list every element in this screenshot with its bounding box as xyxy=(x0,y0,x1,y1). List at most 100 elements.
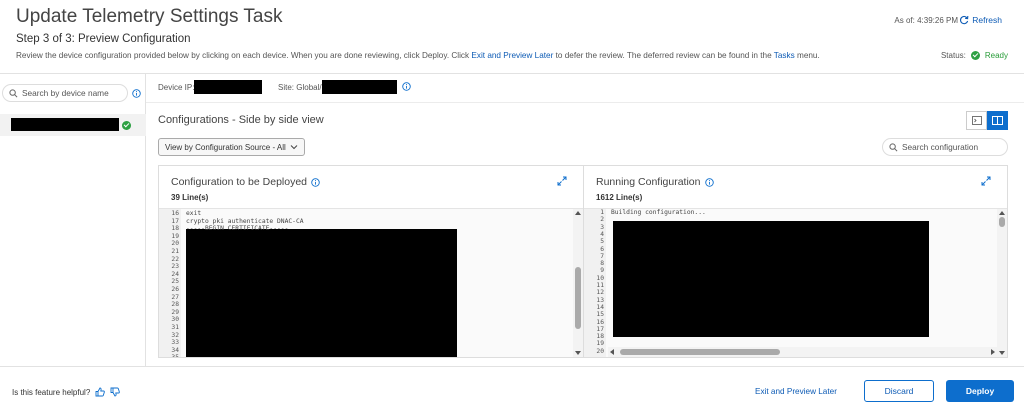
site-label: Site: xyxy=(278,83,295,92)
instructions-text: Review the device configuration provided… xyxy=(16,51,820,60)
scroll-up-arrow-icon[interactable] xyxy=(999,211,1005,215)
config-to-deploy-title-group: Configuration to be Deployed xyxy=(171,176,320,188)
device-search-input[interactable] xyxy=(22,88,122,98)
device-ready-check-icon xyxy=(122,121,131,130)
line-number: 25 xyxy=(171,278,179,286)
configuration-search-box[interactable] xyxy=(882,138,1008,156)
line-number: 32 xyxy=(171,331,179,339)
view-by-source-dropdown[interactable]: View by Configuration Source - All xyxy=(158,138,305,156)
scroll-right-arrow-icon[interactable] xyxy=(991,349,995,355)
line-number: 11 xyxy=(596,282,604,289)
vertical-scrollbar[interactable] xyxy=(573,209,583,357)
line-number: 18 xyxy=(596,333,604,341)
line-number: 2 xyxy=(600,216,604,224)
expand-icon[interactable] xyxy=(557,176,567,186)
line-number: 35 xyxy=(159,354,179,357)
config-to-deploy-title: Configuration to be Deployed xyxy=(171,176,308,188)
search-icon xyxy=(889,142,898,151)
deploy-code-viewer[interactable]: 1617181920212223242526272829303132333435… xyxy=(159,208,583,357)
line-number: 20 xyxy=(171,240,179,248)
info-divider xyxy=(146,102,1024,103)
page-footer: Is this feature helpful? Exit and Previe… xyxy=(0,366,1024,413)
line-number: 20 xyxy=(596,347,604,355)
device-sidebar xyxy=(0,74,146,366)
deploy-button[interactable]: Deploy xyxy=(946,380,1014,402)
single-view-button[interactable] xyxy=(966,111,987,130)
site-label-group: Site: Global/ xyxy=(278,83,322,92)
horizontal-scrollbar[interactable] xyxy=(608,347,997,357)
redacted-certificate-block xyxy=(186,229,457,357)
scroll-thumb[interactable] xyxy=(999,217,1005,227)
status-label: Status: xyxy=(940,51,966,60)
scroll-down-arrow-icon[interactable] xyxy=(575,351,581,355)
line-number: 29 xyxy=(171,308,179,316)
device-ip-label: Device IP: xyxy=(158,83,195,92)
site-info-icon[interactable] xyxy=(402,82,411,91)
step-indicator: Step 3 of 3: Preview Configuration xyxy=(16,33,191,45)
line-number: 15 xyxy=(596,311,604,319)
device-search-box[interactable] xyxy=(2,84,128,102)
line-number: 22 xyxy=(171,255,179,263)
line-number: 19 xyxy=(596,340,604,348)
info-icon[interactable] xyxy=(132,89,141,98)
last-updated-time: As of: 4:39:26 PM xyxy=(894,16,958,25)
side-by-side-view-button[interactable] xyxy=(987,111,1008,130)
vertical-scrollbar[interactable] xyxy=(997,209,1007,357)
thumbs-down-icon[interactable] xyxy=(110,387,121,397)
line-number: 28 xyxy=(171,301,179,309)
line-number: 13 xyxy=(596,296,604,304)
tasks-link[interactable]: Tasks xyxy=(774,51,795,60)
line-number: 12 xyxy=(596,289,604,297)
view-mode-toggle xyxy=(966,111,1008,130)
line-number: 16 xyxy=(171,210,179,217)
view-by-label: View by Configuration Source - All xyxy=(165,142,286,152)
line-number: 34 xyxy=(171,346,179,354)
main-panel: Device IP: Site: Global/ Configurations … xyxy=(146,74,1024,366)
refresh-button[interactable]: Refresh xyxy=(959,15,1002,25)
refresh-label: Refresh xyxy=(972,15,1002,25)
info-icon[interactable] xyxy=(704,177,714,187)
line-number: 8 xyxy=(600,260,604,268)
configuration-search-input[interactable] xyxy=(902,142,1002,152)
scroll-left-arrow-icon[interactable] xyxy=(610,349,614,355)
redacted-running-config-block xyxy=(613,221,929,337)
redacted-site xyxy=(322,80,397,94)
line-number: 19 xyxy=(171,232,179,240)
line-number: 24 xyxy=(171,270,179,278)
exit-preview-later-link[interactable]: Exit and Preview Later xyxy=(471,51,553,60)
line-number: 17 xyxy=(171,217,179,225)
line-number: 3 xyxy=(600,223,604,231)
discard-button[interactable]: Discard xyxy=(864,380,934,402)
status-value: Ready xyxy=(984,51,1008,60)
scroll-thumb[interactable] xyxy=(575,267,581,329)
line-number: 26 xyxy=(171,286,179,293)
feedback-prompt: Is this feature helpful? xyxy=(12,387,121,397)
expand-icon[interactable] xyxy=(981,176,991,186)
line-number: 27 xyxy=(171,293,179,301)
line-number: 17 xyxy=(596,325,604,333)
horizontal-scroll-thumb[interactable] xyxy=(620,349,780,355)
info-icon[interactable] xyxy=(311,177,320,187)
code-line: Building configuration... xyxy=(611,209,706,216)
scroll-up-arrow-icon[interactable] xyxy=(575,211,581,215)
scroll-down-arrow-icon[interactable] xyxy=(999,351,1005,355)
line-number: 6 xyxy=(600,245,604,253)
line-number: 7 xyxy=(600,252,604,260)
instructions-part-2: to defer the review. The deferred review… xyxy=(553,51,774,60)
thumbs-up-icon[interactable] xyxy=(95,387,106,397)
line-number: 21 xyxy=(171,248,179,255)
running-config-title-group: Running Configuration xyxy=(596,176,714,188)
line-number: 16 xyxy=(596,318,604,326)
configurations-title: Configurations - Side by side view xyxy=(158,114,324,126)
line-number: 33 xyxy=(171,339,179,347)
config-to-deploy-pane: Configuration to be Deployed 39 Line(s) … xyxy=(158,165,584,358)
running-code-viewer[interactable]: 1 2 3 4 5 6 7 8 9 10 11 12 13 14 15 16 17 18 19 20 Building … xyxy=(584,208,1007,357)
redacted-device-name xyxy=(11,118,119,131)
exit-and-preview-later-button[interactable]: Exit and Preview Later xyxy=(755,387,837,396)
page-title: Update Telemetry Settings Task xyxy=(16,6,283,27)
split-view-icon xyxy=(992,116,1003,125)
line-number: 10 xyxy=(596,274,604,282)
device-list-item[interactable] xyxy=(0,114,146,136)
redacted-device-ip xyxy=(194,80,262,94)
code-line: crypto pki authenticate DNAC-CA xyxy=(186,217,304,225)
